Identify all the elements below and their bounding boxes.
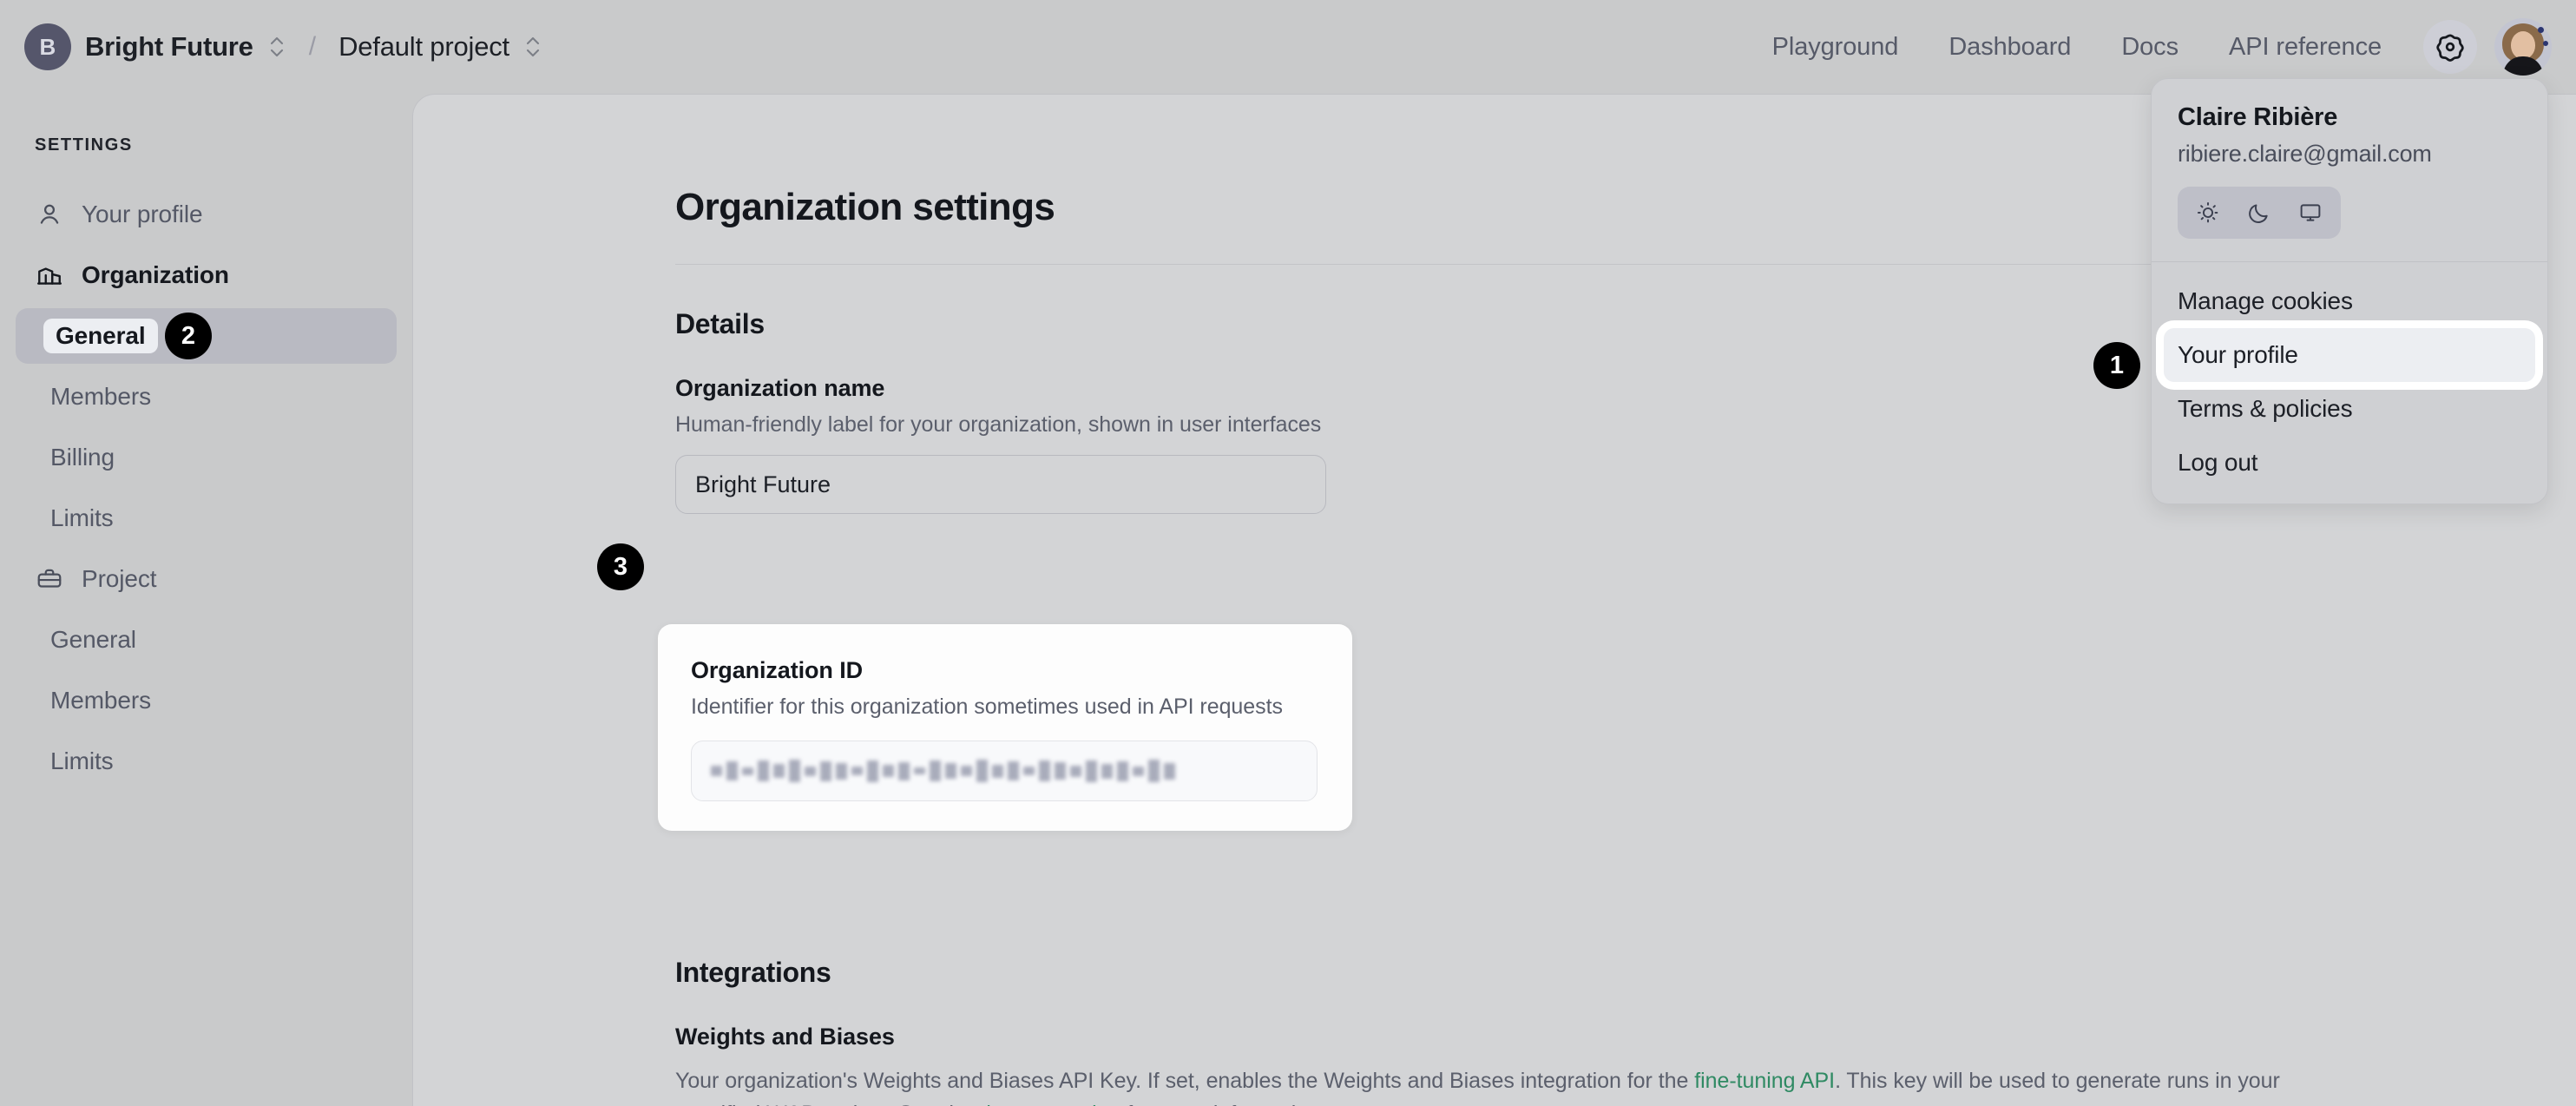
- chevron-updown-icon[interactable]: [523, 32, 542, 62]
- theme-toggle-group: [2178, 187, 2341, 239]
- avatar[interactable]: [2494, 18, 2552, 76]
- user-menu-list: Manage cookies Your profile Terms & poli…: [2152, 262, 2547, 490]
- weights-and-biases-description: Your organization's Weights and Biases A…: [675, 1064, 2298, 1106]
- user-email: ribiere.claire@gmail.com: [2178, 141, 2432, 167]
- briefcase-icon: [35, 564, 64, 594]
- breadcrumb-separator: /: [308, 32, 317, 61]
- section-title-integrations: Integrations: [675, 957, 831, 988]
- sidebar-item-label: Limits: [50, 504, 114, 531]
- sidebar-item-label: Limits: [50, 747, 114, 774]
- sidebar-item-label: Members: [50, 687, 151, 714]
- menu-item-terms-policies[interactable]: Terms & policies: [2164, 382, 2535, 436]
- sidebar-item-project-general[interactable]: General: [16, 612, 397, 668]
- annotation-badge-2: 2: [165, 313, 212, 359]
- org-name[interactable]: Bright Future: [85, 31, 253, 63]
- title-divider: [675, 264, 2295, 265]
- nav-link-dashboard[interactable]: Dashboard: [1948, 33, 2071, 62]
- sidebar-item-label: General: [43, 319, 158, 353]
- sun-icon[interactable]: [2191, 195, 2225, 230]
- user-name: Claire Ribière: [2178, 103, 2338, 131]
- org-avatar: B: [24, 23, 71, 70]
- annotation-badge-3: 3: [597, 543, 644, 590]
- sidebar-item-org-billing[interactable]: Billing: [16, 430, 397, 485]
- monitor-icon[interactable]: [2293, 195, 2328, 230]
- sidebar-item-label: Members: [50, 383, 151, 410]
- sidebar-item-label: Your profile: [82, 201, 203, 227]
- sidebar-item-org-limits[interactable]: Limits: [16, 490, 397, 546]
- sidebar-item-project-members[interactable]: Members: [16, 673, 397, 728]
- weights-and-biases-label: Weights and Biases: [675, 1024, 895, 1050]
- sidebar-item-project-limits[interactable]: Limits: [16, 734, 397, 789]
- wb-desc-part3: for more information.: [1120, 1102, 1326, 1106]
- sidebar-item-label: Project: [82, 565, 157, 592]
- building-icon: [35, 260, 64, 290]
- menu-item-manage-cookies[interactable]: Manage cookies: [2164, 274, 2535, 328]
- org-id-label: Organization ID: [691, 657, 864, 683]
- project-name[interactable]: Default project: [338, 31, 509, 63]
- sidebar-heading: SETTINGS: [35, 135, 133, 155]
- sidebar-item-your-profile[interactable]: Your profile: [16, 187, 397, 242]
- integrations-block: Integrations Weights and Biases Your org…: [675, 957, 2576, 1106]
- org-name-input[interactable]: Bright Future: [675, 455, 1326, 514]
- sidebar-item-label: General: [50, 626, 136, 653]
- gear-icon[interactable]: [2423, 20, 2477, 74]
- sidebar-item-org-members[interactable]: Members: [16, 369, 397, 425]
- sidebar-item-label: Billing: [50, 444, 115, 471]
- sidebar-item-label: Organization: [82, 261, 229, 288]
- organization-id-card: Organization ID Identifier for this orga…: [658, 624, 1352, 831]
- redacted-org-id-value: [711, 760, 1175, 782]
- sidebar-item-project[interactable]: Project: [16, 551, 397, 607]
- main-nav: Playground Dashboard Docs API reference: [1772, 33, 2382, 62]
- chevron-updown-icon[interactable]: [267, 32, 286, 62]
- fine-tuning-api-link[interactable]: fine-tuning API: [1694, 1069, 1835, 1093]
- org-id-help: Identifier for this organization sometim…: [691, 695, 1283, 719]
- user-menu-dropdown: Claire Ribière ribiere.claire@gmail.com: [2151, 78, 2548, 504]
- nav-link-docs[interactable]: Docs: [2121, 33, 2178, 62]
- moon-icon[interactable]: [2242, 195, 2277, 230]
- sidebar: SETTINGS Your profile Organization Gener…: [0, 94, 412, 1106]
- documentation-link[interactable]: documentation: [979, 1102, 1120, 1106]
- wb-desc-part1: Your organization's Weights and Biases A…: [675, 1069, 1695, 1093]
- menu-item-your-profile[interactable]: Your profile: [2164, 328, 2535, 382]
- sidebar-item-organization[interactable]: Organization: [16, 247, 397, 303]
- person-icon: [35, 200, 64, 229]
- nav-link-playground[interactable]: Playground: [1772, 33, 1899, 62]
- breadcrumb: B Bright Future / Default project: [24, 23, 542, 70]
- sidebar-item-org-general[interactable]: General 2: [16, 308, 397, 364]
- user-menu-header: Claire Ribière ribiere.claire@gmail.com: [2152, 79, 2547, 262]
- menu-item-log-out[interactable]: Log out: [2164, 436, 2535, 490]
- nav-link-api-reference[interactable]: API reference: [2229, 33, 2382, 62]
- org-id-input[interactable]: [691, 741, 1318, 801]
- annotation-badge-1: 1: [2093, 342, 2140, 389]
